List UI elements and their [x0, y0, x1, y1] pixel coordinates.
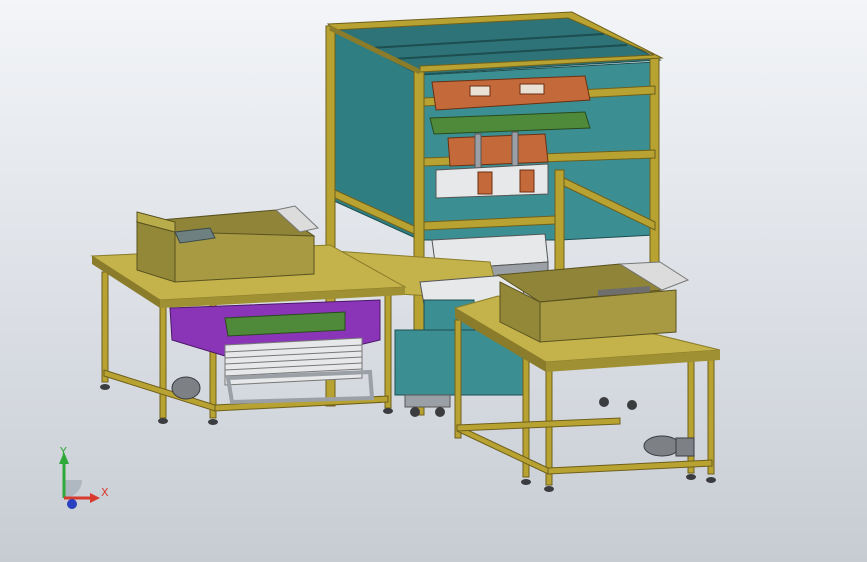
lower-rail [547, 459, 713, 475]
base-caster [404, 394, 451, 408]
carriage-plate [469, 85, 491, 97]
lower-rail [456, 417, 621, 432]
foot [686, 474, 696, 480]
foot [100, 384, 110, 390]
triad-plane [64, 480, 82, 498]
leg [707, 351, 715, 475]
caster-wheel [599, 397, 609, 407]
x-axis-arrowhead [90, 493, 100, 503]
carriage-plate [519, 83, 545, 95]
gearbox [675, 437, 695, 457]
foot [706, 477, 716, 483]
foot [383, 408, 393, 414]
left-conveyor-station [90, 205, 407, 425]
foot [158, 418, 168, 424]
suction-cup [477, 171, 493, 195]
foot [521, 479, 531, 485]
caster-wheel [627, 400, 637, 410]
motor [643, 435, 681, 457]
cad-viewport[interactable]: Y X [0, 0, 867, 562]
y-axis-label: Y [59, 445, 67, 458]
caster-wheel [435, 407, 445, 417]
suction-cup [519, 169, 535, 193]
coordinate-triad: Y X [59, 445, 109, 509]
leg [101, 271, 109, 383]
foot [544, 486, 554, 492]
caster-wheel [410, 407, 420, 417]
z-axis-dot [67, 499, 77, 509]
leg [545, 354, 553, 486]
leg [384, 289, 392, 409]
leg [159, 299, 167, 419]
lower-rail [456, 424, 549, 475]
x-axis-label: X [101, 486, 109, 499]
leg [454, 319, 462, 439]
motor [171, 376, 201, 400]
orange-block [447, 133, 549, 167]
foot [208, 419, 218, 425]
